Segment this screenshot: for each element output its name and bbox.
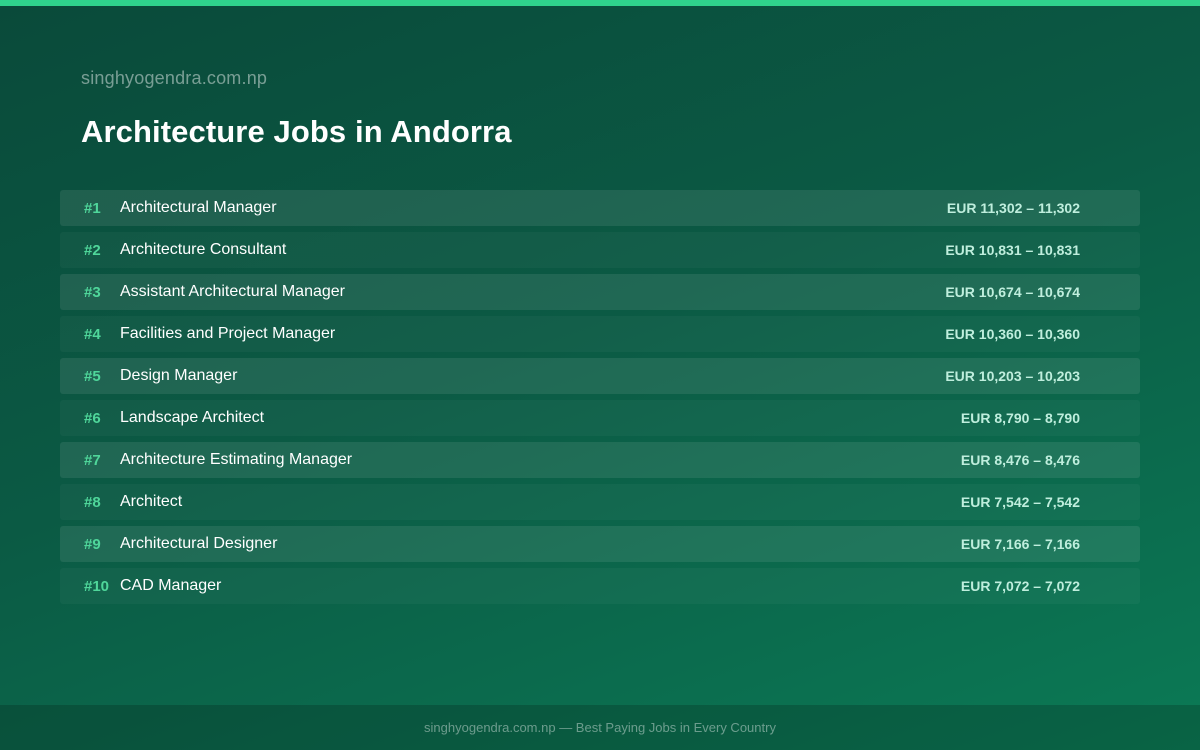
job-row: #3 Assistant Architectural Manager EUR 1… xyxy=(60,274,1140,310)
job-rank: #3 xyxy=(84,283,101,301)
job-title: Architecture Estimating Manager xyxy=(120,451,353,468)
job-salary: EUR 10,831 – 10,831 xyxy=(945,242,1080,258)
job-row: #4 Facilities and Project Manager EUR 10… xyxy=(60,316,1140,352)
top-accent-bar xyxy=(0,0,1200,6)
job-row: #10 CAD Manager EUR 7,072 – 7,072 xyxy=(60,568,1140,604)
job-row: #6 Landscape Architect EUR 8,790 – 8,790 xyxy=(60,400,1140,436)
job-salary: EUR 10,203 – 10,203 xyxy=(945,368,1080,384)
job-salary: EUR 7,542 – 7,542 xyxy=(960,494,1080,510)
job-rank: #9 xyxy=(84,535,101,553)
job-rank: #2 xyxy=(84,241,101,259)
jobs-list: #1 Architectural Manager EUR 11,302 – 11… xyxy=(60,190,1140,610)
job-rank: #10 xyxy=(84,577,110,595)
job-rank: #7 xyxy=(84,451,101,469)
job-row: #1 Architectural Manager EUR 11,302 – 11… xyxy=(60,190,1140,226)
job-salary: EUR 8,790 – 8,790 xyxy=(960,410,1080,426)
job-row: #9 Architectural Designer EUR 7,166 – 7,… xyxy=(60,526,1140,562)
job-rank: #6 xyxy=(84,409,101,427)
job-salary: EUR 7,072 – 7,072 xyxy=(960,578,1080,594)
job-title: Architect xyxy=(120,493,183,510)
job-title: Architecture Consultant xyxy=(120,241,287,258)
job-title: Architectural Designer xyxy=(120,535,278,552)
job-salary: EUR 11,302 – 11,302 xyxy=(946,200,1080,216)
job-rank: #8 xyxy=(84,493,101,511)
job-title: Assistant Architectural Manager xyxy=(120,283,345,300)
job-row: #8 Architect EUR 7,542 – 7,542 xyxy=(60,484,1140,520)
job-rank: #5 xyxy=(84,367,101,385)
site-name: singhyogendra.com.np xyxy=(81,68,268,88)
job-salary: EUR 10,360 – 10,360 xyxy=(945,326,1080,342)
footer-text: singhyogendra.com.np — Best Paying Jobs … xyxy=(424,720,776,735)
job-row: #5 Design Manager EUR 10,203 – 10,203 xyxy=(60,358,1140,394)
job-row: #2 Architecture Consultant EUR 10,831 – … xyxy=(60,232,1140,268)
job-title: Facilities and Project Manager xyxy=(120,325,336,342)
job-title: CAD Manager xyxy=(120,577,222,594)
job-title: Landscape Architect xyxy=(120,409,265,426)
job-rank: #1 xyxy=(84,199,101,217)
job-title: Architectural Manager xyxy=(120,199,277,216)
job-salary: EUR 8,476 – 8,476 xyxy=(960,452,1080,468)
footer: singhyogendra.com.np — Best Paying Jobs … xyxy=(0,705,1200,750)
job-row: #7 Architecture Estimating Manager EUR 8… xyxy=(60,442,1140,478)
job-rank: #4 xyxy=(84,325,101,343)
job-salary: EUR 10,674 – 10,674 xyxy=(945,284,1080,300)
job-title: Design Manager xyxy=(120,367,238,384)
page-title: Architecture Jobs in Andorra xyxy=(81,114,512,149)
job-salary: EUR 7,166 – 7,166 xyxy=(960,536,1080,552)
